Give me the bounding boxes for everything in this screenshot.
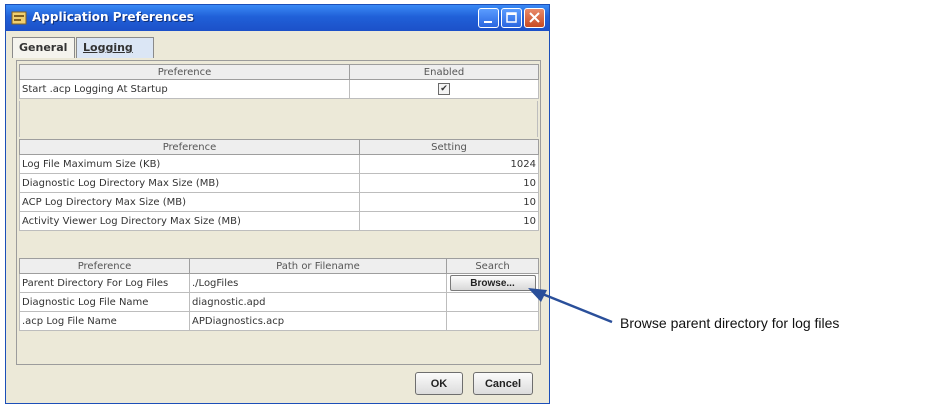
annotation-label: Browse parent directory for log files (620, 315, 840, 331)
annotation-arrow-icon (528, 288, 613, 324)
